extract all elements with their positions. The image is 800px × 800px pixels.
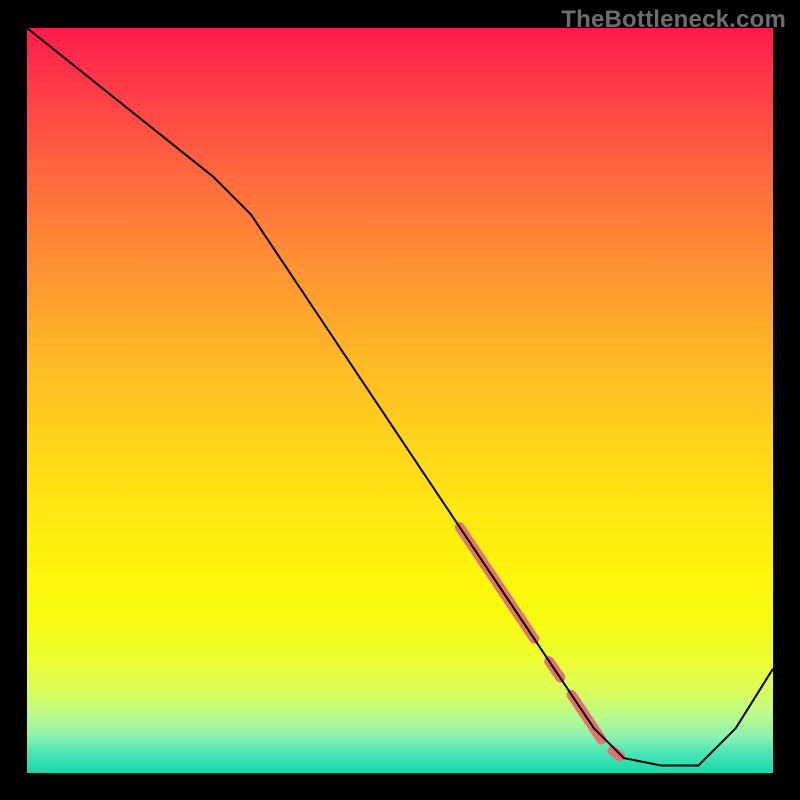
chart-frame: TheBottleneck.com <box>0 0 800 800</box>
bottleneck-curve <box>27 28 773 766</box>
watermark-label: TheBottleneck.com <box>561 6 786 34</box>
chart-overlay <box>27 28 773 773</box>
